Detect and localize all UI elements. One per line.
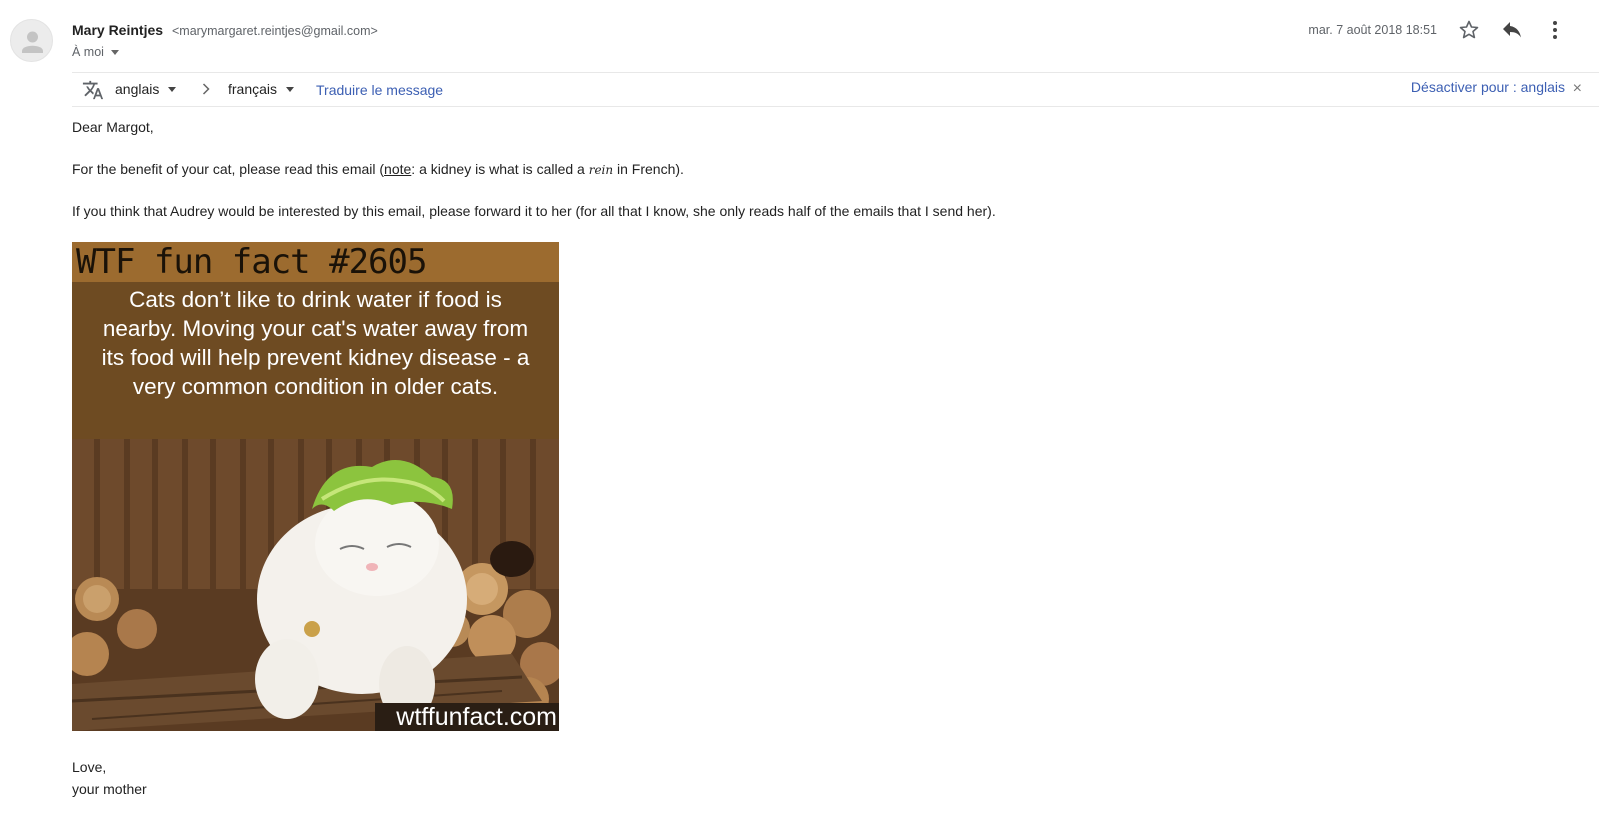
- source-language-select[interactable]: anglais: [115, 81, 177, 97]
- person-icon: [22, 31, 43, 53]
- translate-message-link[interactable]: Traduire le message: [316, 82, 443, 98]
- target-language-select[interactable]: français: [228, 81, 295, 97]
- caption-line: Cats don’t like to drink water if food i…: [129, 287, 502, 312]
- more-vert-icon[interactable]: [1543, 18, 1567, 42]
- caption-line: its food will help prevent kidney diseas…: [101, 345, 530, 370]
- image-header-text: WTF fun fact #2605: [76, 242, 427, 282]
- paragraph-1: For the benefit of your cat, please read…: [72, 161, 684, 177]
- greeting: Dear Margot,: [72, 119, 154, 135]
- translate-bar: anglais français Traduire le message Dés…: [72, 72, 1599, 107]
- p1-text-after: in French).: [613, 161, 684, 177]
- reply-icon[interactable]: [1500, 18, 1524, 42]
- paragraph-2: If you think that Audrey would be intere…: [72, 203, 996, 219]
- translate-icon: [82, 79, 104, 101]
- signature: your mother: [72, 781, 147, 797]
- chevron-right-icon: [199, 82, 213, 96]
- disable-translation-link[interactable]: Désactiver pour : anglais: [1411, 79, 1565, 95]
- image-caption: Cats don’t like to drink water if food i…: [82, 282, 549, 401]
- caption-line: nearby. Moving your cat's water away fro…: [102, 316, 529, 341]
- caret-down-icon: [168, 86, 177, 92]
- sender-email: <marymargaret.reintjes@gmail.com>: [172, 24, 378, 38]
- p1-text-middle: : a kidney is what is called a: [411, 161, 589, 177]
- caret-down-icon: [110, 49, 119, 55]
- close-icon[interactable]: ×: [1573, 80, 1582, 98]
- message-date: mar. 7 août 2018 18:51: [1308, 23, 1437, 37]
- avatar[interactable]: [10, 19, 53, 62]
- note-text: note: [384, 161, 412, 177]
- recipient-label: À moi: [72, 45, 104, 59]
- p1-text-before: For the benefit of your cat, please read…: [72, 161, 385, 177]
- caption-line: very common condition in older cats.: [132, 374, 499, 399]
- star-icon[interactable]: [1457, 18, 1481, 42]
- image-watermark: wtffunfact.com: [396, 703, 557, 731]
- recipient-dropdown[interactable]: À moi: [72, 45, 119, 59]
- source-language-label: anglais: [115, 81, 160, 97]
- target-language-label: français: [228, 81, 278, 97]
- rein-word: rein: [588, 163, 614, 177]
- caret-down-icon: [286, 86, 295, 92]
- cat-photo: [72, 439, 559, 731]
- sender-name: Mary Reintjes: [72, 22, 164, 38]
- embedded-image[interactable]: WTF fun fact #2605 Cats don’t like to dr…: [72, 242, 559, 731]
- signoff: Love,: [72, 759, 107, 775]
